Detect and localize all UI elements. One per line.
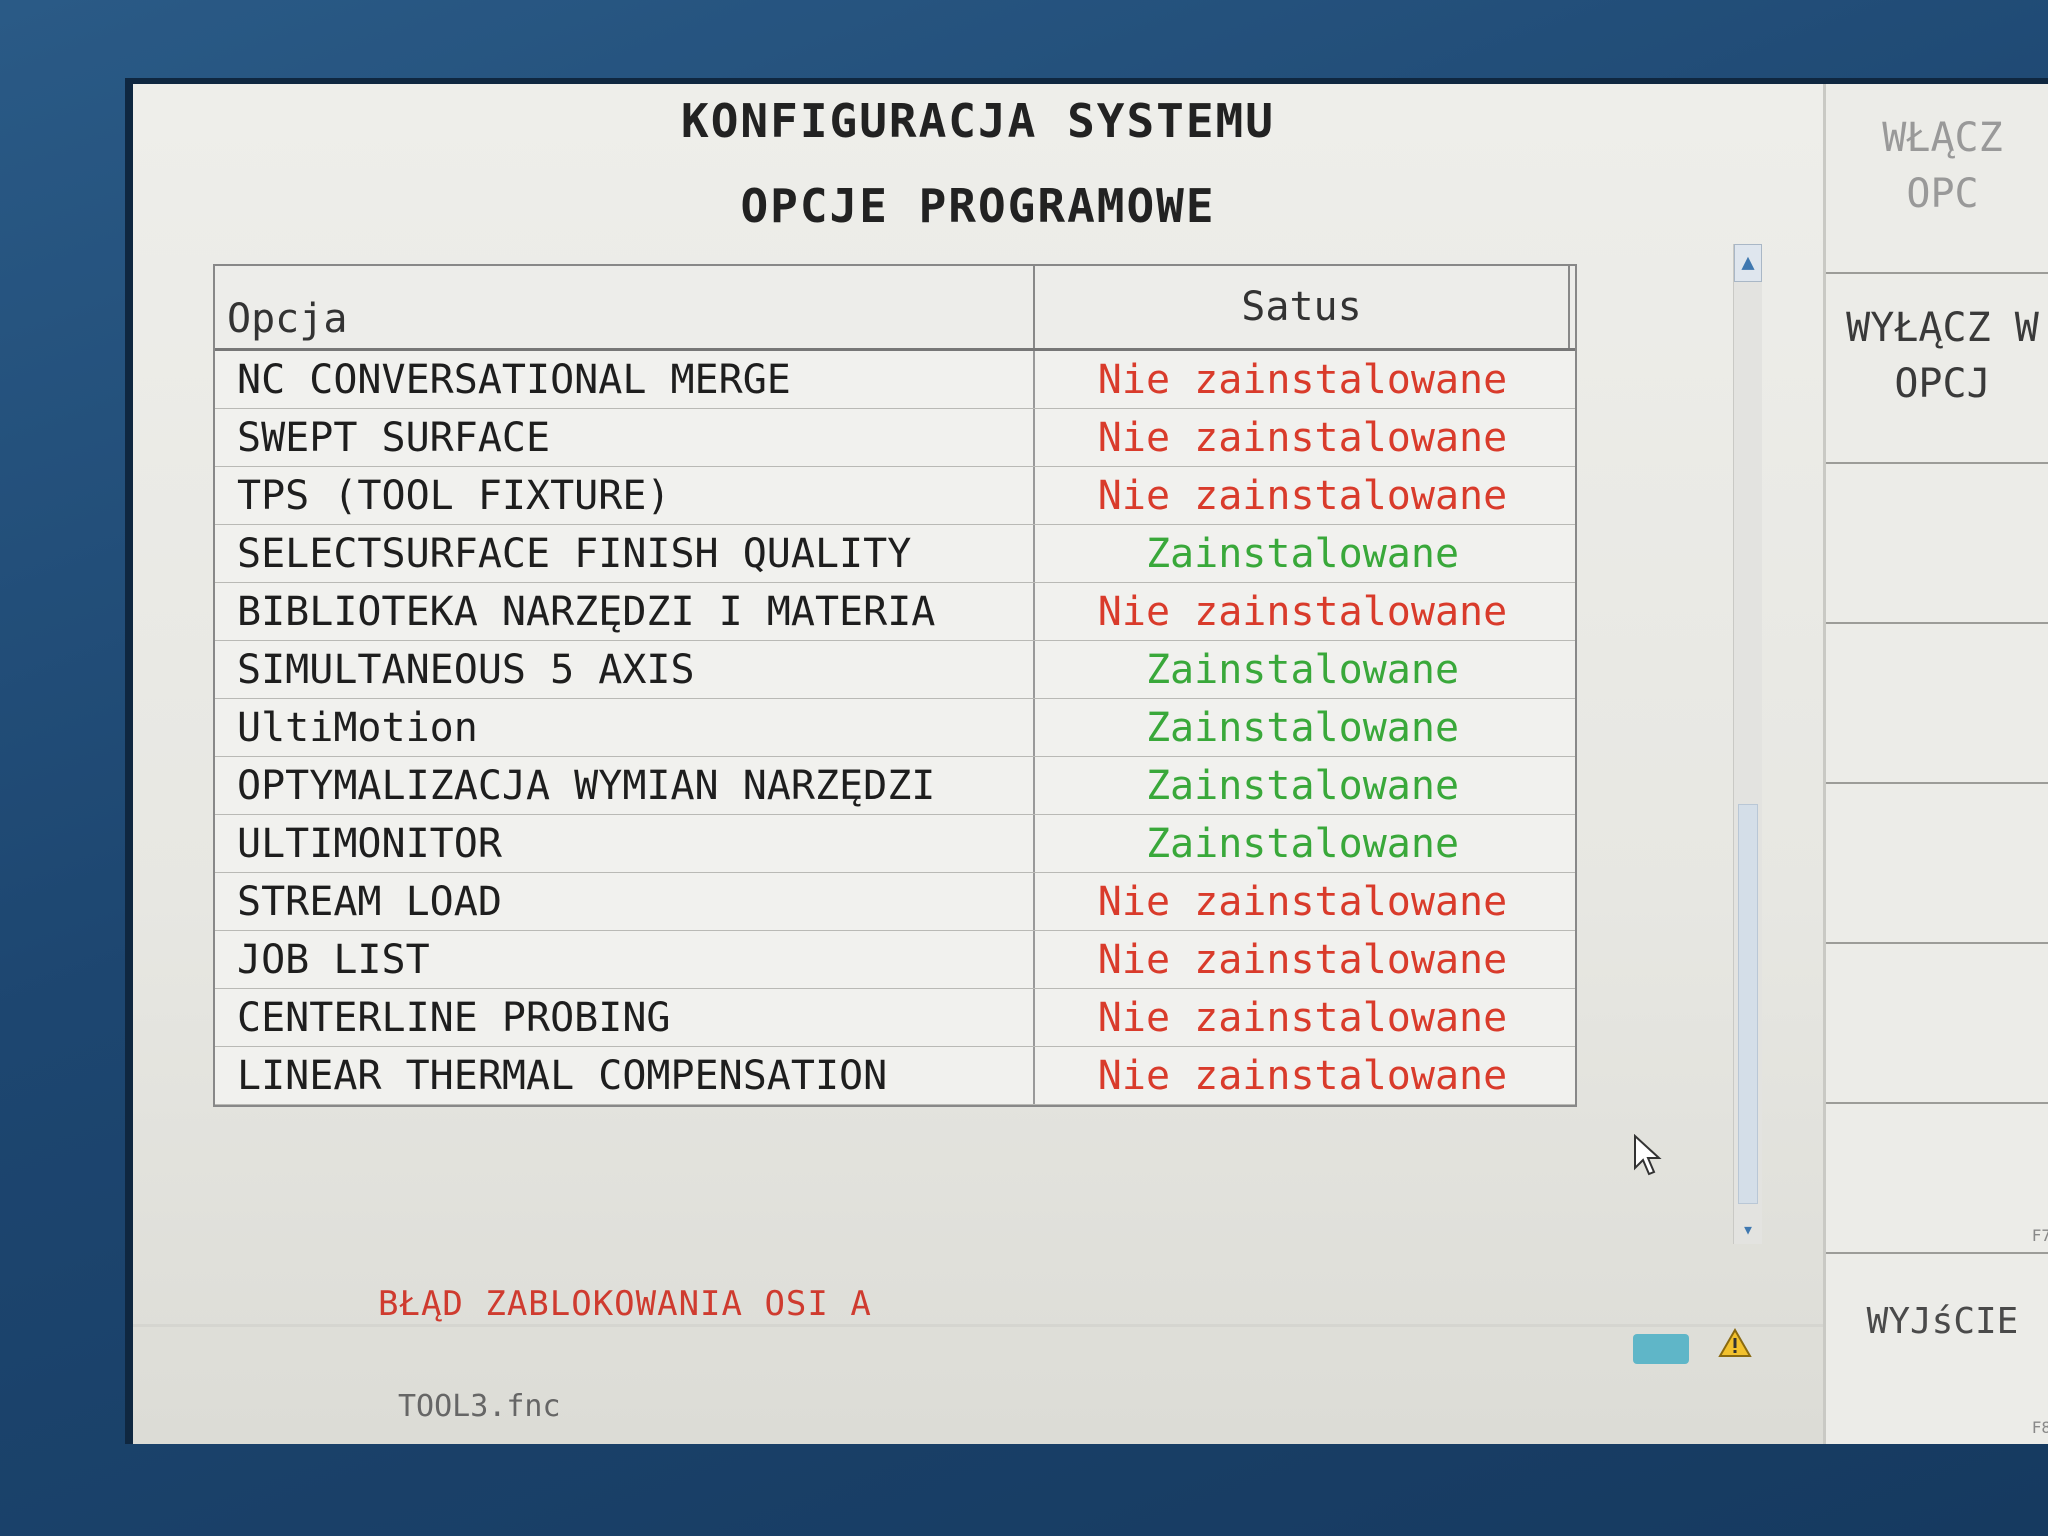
option-status-cell: Nie zainstalowane — [1097, 1052, 1508, 1099]
softkey-label-line1: WYŁĄCZ W — [1846, 305, 2039, 351]
disable-option-softkey[interactable]: WYŁĄCZ W OPCJ — [1826, 274, 2048, 464]
option-status-cell: Nie zainstalowane — [1097, 356, 1508, 403]
table-row[interactable]: STREAM LOAD Nie zainstalowane — [215, 873, 1575, 931]
page-title: KONFIGURACJA SYSTEMU — [681, 94, 1275, 148]
scroll-up-arrow-icon[interactable]: ▲ — [1734, 244, 1762, 282]
option-status-cell: Zainstalowane — [1145, 530, 1460, 577]
exit-softkey[interactable]: WYJśCIE F8 — [1826, 1254, 2048, 1444]
option-status-cell: Nie zainstalowane — [1097, 936, 1508, 983]
softkey-label-line2: OPCJ — [1894, 361, 1991, 407]
table-row[interactable]: SWEPT SURFACE Nie zainstalowane — [215, 409, 1575, 467]
option-name-cell: NC CONVERSATIONAL MERGE — [215, 351, 1035, 408]
option-name-cell: SWEPT SURFACE — [215, 409, 1035, 466]
option-status-cell: Zainstalowane — [1145, 820, 1460, 867]
option-name-cell: JOB LIST — [215, 931, 1035, 988]
main-panel: KONFIGURACJA SYSTEMU OPCJE PROGRAMOWE Op… — [133, 84, 1823, 1444]
table-row[interactable]: CENTERLINE PROBING Nie zainstalowane — [215, 989, 1575, 1047]
softkey-4[interactable] — [1826, 624, 2048, 784]
softkey-label: WYJśCIE — [1866, 1301, 2019, 1342]
table-row[interactable]: SELECTSURFACE FINISH QUALITY Zainstalowan… — [215, 525, 1575, 583]
option-status-cell: Nie zainstalowane — [1097, 994, 1508, 1041]
vertical-scrollbar[interactable]: ▲ ▾ — [1733, 244, 1762, 1244]
warning-icon[interactable] — [1718, 1328, 1752, 1358]
option-status-cell: Zainstalowane — [1145, 704, 1460, 751]
softkey-7[interactable]: F7 — [1826, 1104, 2048, 1254]
table-row[interactable]: BIBLIOTEKA NARZĘDZI I MATERIA Nie zainsta… — [215, 583, 1575, 641]
table-row[interactable]: UltiMotion Zainstalowane — [215, 699, 1575, 757]
mouse-pointer-icon — [1634, 1134, 1662, 1176]
status-strip — [133, 1324, 1823, 1327]
option-name-cell: BIBLIOTEKA NARZĘDZI I MATERIA — [215, 583, 1035, 640]
table-row[interactable]: ULTIMONITOR Zainstalowane — [215, 815, 1575, 873]
softkey-6[interactable] — [1826, 944, 2048, 1104]
option-name-cell: STREAM LOAD — [215, 873, 1035, 930]
function-key-label: F8 — [2031, 1418, 2048, 1437]
option-status-cell: Zainstalowane — [1145, 762, 1460, 809]
table-row[interactable]: NC CONVERSATIONAL MERGE Nie zainstalowane — [215, 351, 1575, 409]
table-row[interactable]: TPS (TOOL FIXTURE) Nie zainstalowane — [215, 467, 1575, 525]
column-header-status[interactable]: Satus — [1035, 266, 1570, 348]
options-table: Opcja Satus NC CONVERSATIONAL MERGE Nie z… — [213, 264, 1577, 1107]
table-row[interactable]: JOB LIST Nie zainstalowane — [215, 931, 1575, 989]
softkey-label-line1: WŁĄCZ — [1882, 115, 2003, 161]
table-row[interactable]: SIMULTANEOUS 5 AXIS Zainstalowane — [215, 641, 1575, 699]
option-name-cell: SELECTSURFACE FINISH QUALITY — [215, 525, 1035, 582]
enable-option-softkey[interactable]: WŁĄCZ OPC — [1826, 84, 2048, 274]
hmi-screen: KONFIGURACJA SYSTEMU OPCJE PROGRAMOWE Op… — [125, 78, 2048, 1444]
option-status-cell: Nie zainstalowane — [1097, 414, 1508, 461]
option-name-cell: OPTYMALIZACJA WYMIAN NARZĘDZI — [215, 757, 1035, 814]
page-subtitle: OPCJE PROGRAMOWE — [740, 179, 1216, 233]
active-program-filename: TOOL3.fnc — [398, 1389, 561, 1424]
softkey-label-line2: OPC — [1906, 171, 1979, 217]
option-status-cell: Nie zainstalowane — [1097, 472, 1508, 519]
table-header: Opcja Satus — [215, 266, 1575, 351]
option-name-cell: UltiMotion — [215, 699, 1035, 756]
scroll-down-arrow-icon[interactable]: ▾ — [1734, 1214, 1762, 1244]
option-name-cell: TPS (TOOL FIXTURE) — [215, 467, 1035, 524]
option-name-cell: SIMULTANEOUS 5 AXIS — [215, 641, 1035, 698]
table-row[interactable]: LINEAR THERMAL COMPENSATION Nie zainstalo… — [215, 1047, 1575, 1105]
option-status-cell: Nie zainstalowane — [1097, 588, 1508, 635]
function-key-label: F7 — [2031, 1226, 2048, 1245]
softkey-panel: WŁĄCZ OPC WYŁĄCZ W OPCJ F7 WYJśCIE F8 — [1823, 84, 2048, 1444]
softkey-5[interactable] — [1826, 784, 2048, 944]
table-body: NC CONVERSATIONAL MERGE Nie zainstalowane… — [215, 351, 1575, 1105]
keyboard-icon[interactable] — [1633, 1334, 1689, 1364]
option-name-cell: ULTIMONITOR — [215, 815, 1035, 872]
option-status-cell: Zainstalowane — [1145, 646, 1460, 693]
error-message: BŁĄD ZABLOKOWANIA OSI A — [378, 1284, 872, 1324]
column-header-option[interactable]: Opcja — [215, 266, 1035, 348]
scroll-thumb[interactable] — [1738, 804, 1758, 1204]
option-status-cell: Nie zainstalowane — [1097, 878, 1508, 925]
softkey-3[interactable] — [1826, 464, 2048, 624]
option-name-cell: LINEAR THERMAL COMPENSATION — [215, 1047, 1035, 1104]
table-row[interactable]: OPTYMALIZACJA WYMIAN NARZĘDZI Zainstalowa… — [215, 757, 1575, 815]
option-name-cell: CENTERLINE PROBING — [215, 989, 1035, 1046]
